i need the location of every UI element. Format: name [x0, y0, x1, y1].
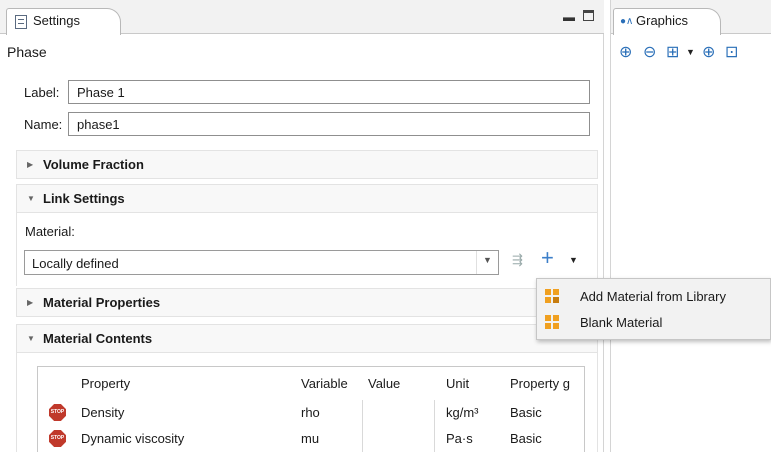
chevron-right-icon: ▶ — [27, 160, 34, 169]
chevron-down-icon: ▼ — [27, 194, 35, 203]
chevron-down-icon: ▼ — [27, 334, 35, 343]
section-material-contents-title: Material Contents — [43, 331, 153, 346]
material-combobox-value: Locally defined — [32, 256, 119, 271]
zoom-extents-icon[interactable]: ⊕ — [702, 42, 715, 62]
section-link-settings-title: Link Settings — [43, 191, 125, 206]
graphics-toolbar: ⊕ ⊖ ⊞ ▼ ⊕ ⊡ — [611, 40, 771, 64]
blank-material-icon — [545, 315, 559, 329]
zoom-out-icon[interactable]: ⊖ — [643, 42, 656, 62]
label-field-label: Label: — [24, 85, 60, 100]
zoom-dropdown-arrow-icon[interactable]: ▼ — [686, 47, 695, 57]
menu-item-label: Blank Material — [580, 315, 663, 330]
menu-item-add-material-from-library[interactable]: Add Material from Library — [537, 283, 771, 309]
label-input[interactable]: Phase 1 — [68, 80, 590, 104]
cell-value-input[interactable] — [362, 400, 435, 426]
section-volume-fraction-title: Volume Fraction — [43, 157, 144, 172]
add-material-menu: Add Material from Library Blank Material — [536, 278, 771, 340]
graphics-icon: ●∧ — [620, 16, 634, 27]
stop-icon: STOP — [49, 404, 66, 421]
column-header-value[interactable]: Value — [368, 376, 400, 391]
section-material-properties-title: Material Properties — [43, 295, 161, 310]
table-row[interactable]: STOP Dynamic viscosity mu Pa·s Basic — [38, 426, 584, 452]
graphics-tabbar: ●∧ Graphics — [611, 0, 771, 35]
tab-graphics[interactable]: ●∧ Graphics — [613, 8, 721, 35]
tab-settings-label: Settings — [33, 13, 80, 28]
page-title: Phase — [7, 44, 47, 60]
cell-property-group: Basic — [510, 431, 542, 446]
column-header-property[interactable]: Property — [81, 376, 130, 391]
zoom-box-icon[interactable]: ⊞ — [666, 42, 679, 62]
cell-value-input[interactable] — [362, 426, 435, 452]
cell-variable: rho — [301, 405, 320, 420]
tab-graphics-label: Graphics — [636, 13, 689, 28]
graphics-window: ●∧ Graphics ⊕ ⊖ ⊞ ▼ ⊕ ⊡ — [610, 0, 771, 452]
section-link-settings[interactable]: ▼ Link Settings — [16, 184, 598, 213]
zoom-in-icon[interactable]: ⊕ — [619, 42, 632, 62]
settings-window: Settings ▬ Phase Label: Phase 1 Name: ph… — [0, 0, 604, 452]
material-contents-table: Property Variable Value Unit Property g … — [37, 366, 585, 452]
maximize-icon[interactable] — [583, 10, 594, 24]
cell-unit: Pa·s — [446, 431, 473, 446]
material-label: Material: — [25, 224, 75, 239]
section-material-properties[interactable]: ▶ Material Properties — [16, 288, 598, 317]
settings-document-icon — [15, 15, 27, 29]
add-dropdown-arrow-icon[interactable]: ▼ — [569, 255, 578, 265]
cell-property: Density — [81, 405, 125, 420]
cell-property: Dynamic viscosity — [81, 431, 185, 446]
cell-variable: mu — [301, 431, 320, 446]
section-material-contents[interactable]: ▼ Material Contents — [16, 324, 598, 353]
zoom-to-selection-icon[interactable]: ⊡ — [725, 42, 738, 62]
menu-item-blank-material[interactable]: Blank Material — [537, 309, 771, 335]
tab-settings[interactable]: Settings — [6, 8, 121, 35]
add-icon[interactable]: + — [541, 247, 554, 269]
section-volume-fraction[interactable]: ▶ Volume Fraction — [16, 150, 598, 179]
cell-unit: kg/m³ — [446, 405, 479, 420]
material-combobox[interactable]: Locally defined ▼ — [24, 250, 499, 275]
column-header-unit[interactable]: Unit — [446, 376, 469, 391]
stop-icon: STOP — [49, 430, 66, 447]
minimize-icon[interactable]: ▬ — [563, 10, 575, 24]
settings-tabbar: Settings ▬ — [0, 0, 604, 35]
menu-item-label: Add Material from Library — [580, 289, 726, 304]
name-input[interactable]: phase1 — [68, 112, 590, 136]
go-to-source-icon[interactable]: ⇶ — [512, 252, 523, 268]
name-field-label: Name: — [24, 117, 63, 132]
table-row[interactable]: STOP Density rho kg/m³ Basic — [38, 400, 584, 426]
chevron-right-icon: ▶ — [27, 298, 34, 307]
column-header-property-group[interactable]: Property g — [510, 376, 570, 391]
cell-property-group: Basic — [510, 405, 542, 420]
add-material-library-icon — [545, 289, 559, 303]
chevron-down-icon[interactable]: ▼ — [476, 251, 498, 274]
column-header-variable[interactable]: Variable — [301, 376, 348, 391]
